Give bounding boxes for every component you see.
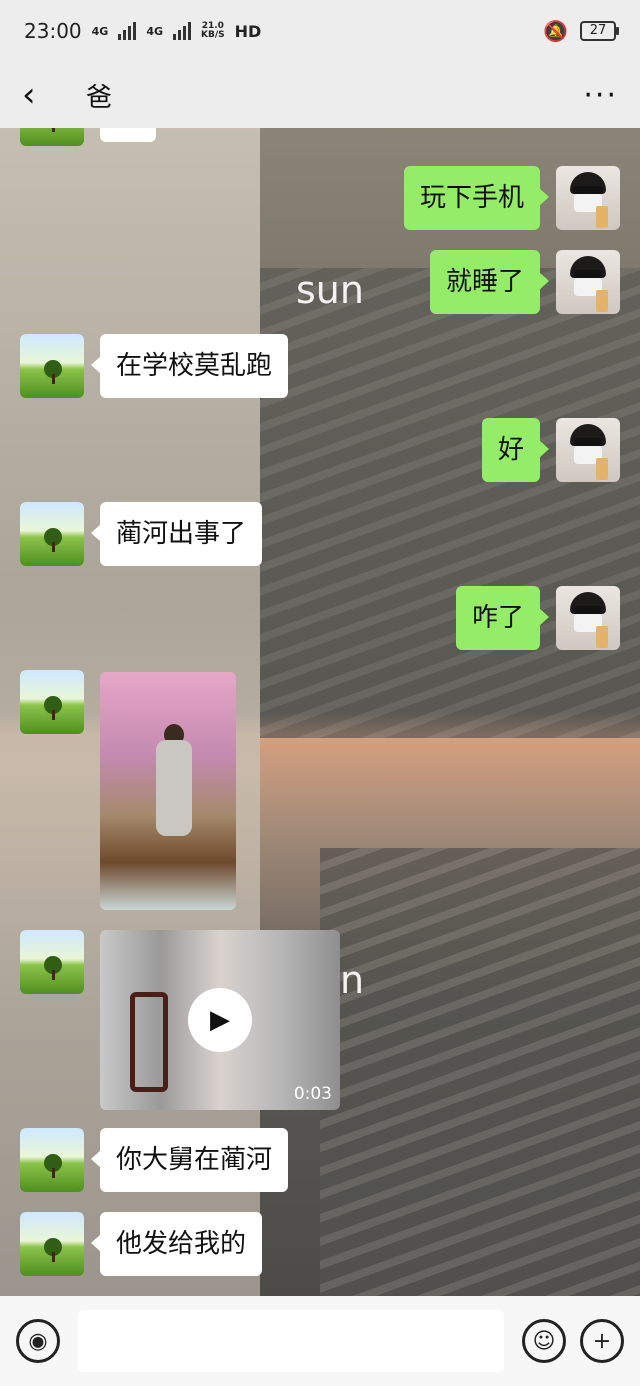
message-text: 就睡了 [445, 267, 524, 297]
video-chair [130, 992, 168, 1092]
avatar-dad[interactable] [20, 334, 84, 398]
wallpaper-roof-2 [320, 848, 640, 1296]
wallpaper-text: sun [296, 268, 364, 312]
avatar-dad[interactable] [20, 670, 84, 734]
video-duration: 0:03 [293, 1084, 332, 1104]
wallpaper-text-2: n [340, 958, 365, 1002]
message-outgoing[interactable]: 玩下手机 [403, 166, 550, 230]
message-text: 在学校莫乱跑 [116, 351, 273, 381]
message-outgoing[interactable]: 好 [481, 418, 550, 482]
status-bar: 23:00 4G 4G 21.0 KB/S HD 🔕 27 [0, 0, 640, 62]
video-message[interactable]: ▶ 0:03 [100, 930, 340, 1110]
message-incoming[interactable]: 他发给我的 [90, 1212, 263, 1276]
signal-icon [118, 22, 137, 40]
signal-icon-2 [173, 22, 192, 40]
back-icon[interactable]: ‹ [22, 75, 62, 115]
message-outgoing[interactable]: 咋了 [455, 586, 550, 650]
avatar-dad[interactable] [20, 128, 84, 146]
hd-label: HD [234, 21, 262, 41]
message-text: 咋了 [471, 603, 524, 633]
message-text: 蔺河出事了 [116, 519, 247, 549]
network-label-right: 4G [146, 24, 164, 38]
emoji-icon[interactable]: ☺ [522, 1319, 566, 1363]
voice-icon[interactable]: ◉ [16, 1319, 60, 1363]
message-text: 他发给我的 [116, 1229, 247, 1259]
message-text: 玩下手机 [419, 183, 524, 213]
chat-title: 爸 [86, 82, 113, 113]
network-speed: 21.0 KB/S [201, 22, 225, 40]
image-message[interactable] [100, 672, 236, 910]
network-speed-unit: KB/S [201, 30, 225, 40]
message-outgoing[interactable]: 就睡了 [429, 250, 550, 314]
message-incoming[interactable]: 蔺河出事了 [90, 502, 263, 566]
message-text: 你大舅在蔺河 [116, 1145, 273, 1175]
plus-icon[interactable]: + [580, 1319, 624, 1363]
input-bar: ◉ ☺ + [0, 1296, 640, 1386]
message-text: 好 [497, 435, 524, 465]
avatar-me[interactable] [556, 418, 620, 482]
battery-level: 27 [589, 23, 607, 38]
more-options-icon[interactable]: ··· [583, 78, 618, 113]
message-input[interactable] [78, 1310, 504, 1372]
message-bubble-clipped[interactable] [100, 128, 156, 142]
photo-person [156, 740, 192, 836]
message-incoming[interactable]: 你大舅在蔺河 [90, 1128, 289, 1192]
avatar-dad[interactable] [20, 930, 84, 994]
chat-area[interactable]: sun n 玩下手机 就睡了 在学校莫乱跑 好 蔺河出事了 咋了 ▶ 0:03 … [0, 128, 640, 1296]
avatar-dad[interactable] [20, 1128, 84, 1192]
status-time: 23:00 [24, 19, 82, 43]
chat-header: ‹ 爸 ··· [0, 62, 640, 128]
message-incoming[interactable]: 在学校莫乱跑 [90, 334, 289, 398]
mute-vibrate-icon: 🔕 [543, 19, 568, 43]
wallpaper-roof [260, 268, 640, 738]
avatar-dad[interactable] [20, 502, 84, 566]
avatar-me[interactable] [556, 166, 620, 230]
avatar-me[interactable] [556, 586, 620, 650]
play-icon[interactable]: ▶ [188, 988, 252, 1052]
avatar-me[interactable] [556, 250, 620, 314]
network-label-left: 4G [91, 24, 109, 38]
avatar-dad[interactable] [20, 1212, 84, 1276]
battery-icon: 27 [580, 21, 619, 41]
